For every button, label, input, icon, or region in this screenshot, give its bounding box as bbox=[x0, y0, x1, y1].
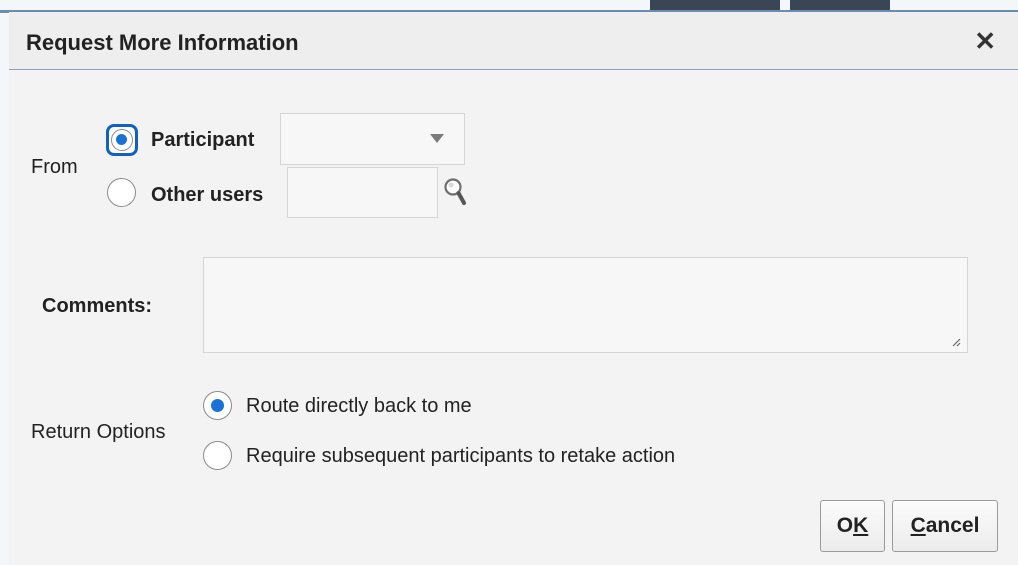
resize-grip-icon[interactable] bbox=[951, 337, 961, 347]
cancel-button[interactable]: Cancel bbox=[892, 500, 998, 552]
return-options-label: Return Options bbox=[31, 421, 166, 443]
return-require-retake-radio[interactable] bbox=[203, 441, 232, 470]
return-route-back-label: Route directly back to me bbox=[246, 395, 472, 417]
ok-label-prefix: O bbox=[836, 514, 854, 537]
dialog-title: Request More Information bbox=[26, 30, 299, 55]
return-require-retake-label: Require subsequent participants to retak… bbox=[246, 445, 676, 467]
background-block bbox=[650, 0, 780, 10]
return-route-back-radio[interactable] bbox=[203, 391, 232, 420]
cancel-label-suffix: ancel bbox=[925, 514, 980, 537]
comments-textarea[interactable] bbox=[203, 257, 968, 353]
participant-select[interactable] bbox=[280, 113, 465, 165]
from-participant-label: Participant bbox=[151, 129, 255, 151]
from-participant-radio[interactable] bbox=[106, 124, 138, 156]
dialog-header: Request More Information ✕ bbox=[9, 12, 1018, 70]
chevron-down-icon bbox=[430, 134, 444, 143]
comments-label: Comments: bbox=[42, 295, 153, 317]
cancel-access-key: C bbox=[910, 514, 926, 537]
ok-button[interactable]: OK bbox=[820, 500, 885, 552]
close-icon[interactable]: ✕ bbox=[974, 28, 996, 54]
from-other-users-radio[interactable] bbox=[107, 178, 136, 207]
from-label: From bbox=[31, 156, 78, 178]
ok-access-key: K bbox=[853, 514, 869, 537]
radio-dot bbox=[111, 129, 133, 151]
other-users-input[interactable] bbox=[287, 167, 438, 218]
search-icon[interactable] bbox=[442, 176, 472, 210]
background-block bbox=[790, 0, 890, 10]
from-other-users-label: Other users bbox=[151, 184, 264, 206]
